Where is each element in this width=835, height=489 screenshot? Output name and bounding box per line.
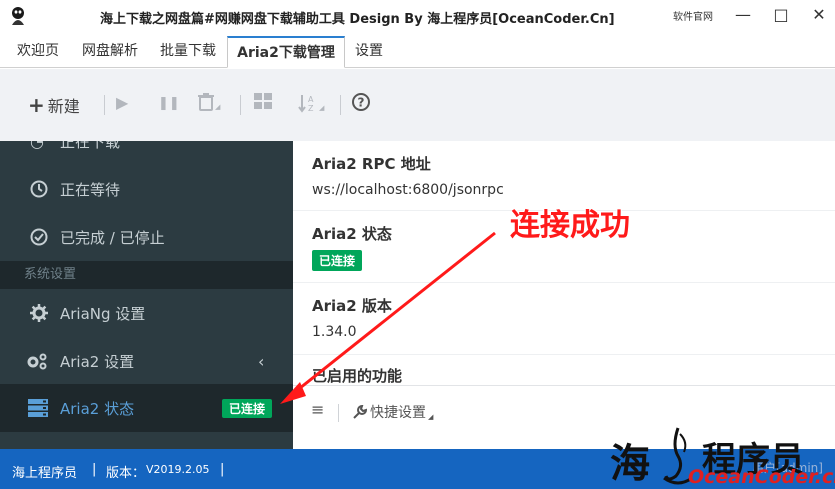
- rpc-address-value: ws://localhost:6800/jsonrpc: [312, 182, 504, 198]
- wrench-icon: [353, 405, 367, 419]
- sort-icon: A Z: [298, 95, 314, 113]
- toolbar-divider: [104, 95, 105, 115]
- svg-text:Z: Z: [308, 104, 314, 113]
- aria2-version-value: 1.34.0: [312, 324, 357, 340]
- maximize-button[interactable]: □: [773, 6, 789, 24]
- sidebar-item-label: 已完成 / 已停止: [60, 228, 165, 247]
- trash-icon: [198, 93, 214, 111]
- quick-settings-caret: ◢: [428, 413, 434, 421]
- footer-divider: [338, 404, 339, 422]
- sidebar-item-ariang-settings[interactable]: AriaNg 设置: [0, 289, 293, 337]
- annotation-text: 连接成功: [510, 208, 630, 243]
- help-icon: ?: [352, 93, 370, 111]
- sidebar-item-finished[interactable]: 已完成 / 已停止: [0, 213, 293, 261]
- sidebar-item-label: 正在等待: [60, 180, 121, 199]
- main-panel: Aria2 RPC 地址 ws://localhost:6800/jsonrpc…: [293, 141, 835, 449]
- sidebar-item-label: Aria2 状态: [60, 399, 135, 418]
- app-logo-icon: [12, 7, 24, 25]
- sort-button[interactable]: A Z ◢: [298, 93, 324, 113]
- title-bar: 海上下载之网盘篇#网赚网盘下载辅助工具 Design By 海上程序员[Ocea…: [0, 0, 835, 34]
- delete-button[interactable]: ◢: [198, 93, 220, 111]
- pause-button[interactable]: ❚❚: [158, 96, 180, 111]
- sidebar-item-downloading[interactable]: ◔ 正在下载: [0, 141, 293, 165]
- status-separator: |: [92, 462, 97, 477]
- sidebar-item-aria2-status[interactable]: Aria2 状态 已连接: [0, 384, 293, 432]
- tab-batch-download[interactable]: 批量下载: [152, 36, 224, 68]
- tab-settings[interactable]: 设置: [349, 36, 389, 68]
- new-task-label: 新建: [47, 97, 80, 116]
- quick-settings-label: 快捷设置: [370, 405, 426, 421]
- connected-badge: 已连接: [312, 250, 363, 271]
- sidebar-item-waiting[interactable]: 正在等待: [0, 165, 293, 213]
- clock-icon: ◔: [30, 141, 44, 151]
- status-version: V2019.2.05: [146, 463, 210, 476]
- delete-dropdown-caret: ◢: [215, 103, 221, 111]
- svg-text:?: ?: [358, 96, 365, 110]
- server-icon: [28, 399, 48, 417]
- watermark-char: 海: [610, 441, 652, 487]
- rpc-address-label: Aria2 RPC 地址: [312, 155, 431, 173]
- tab-aria2-manager[interactable]: Aria2下载管理: [227, 36, 345, 68]
- official-site-link[interactable]: 软件官网: [673, 8, 713, 23]
- tab-disk-parse[interactable]: 网盘解析: [74, 36, 146, 68]
- minimize-button[interactable]: —: [735, 6, 751, 24]
- status-author: 海上程序员: [12, 466, 78, 481]
- chevron-left-icon: ‹: [258, 351, 265, 371]
- sidebar-item-aria2-settings[interactable]: Aria2 设置 ‹: [0, 337, 293, 385]
- status-separator: |: [220, 462, 225, 477]
- sidebar-item-label: AriaNg 设置: [60, 304, 146, 323]
- aria2-version-row: Aria2 版本 1.34.0: [293, 283, 835, 355]
- features-label: 已启用的功能: [312, 367, 403, 385]
- toolbar-divider: [240, 95, 241, 115]
- tab-welcome[interactable]: 欢迎页: [8, 36, 68, 68]
- start-button[interactable]: ▶: [116, 93, 128, 112]
- aria2-version-label: Aria2 版本: [312, 297, 392, 315]
- gears-icon: [27, 353, 47, 370]
- plus-icon: +: [28, 93, 45, 117]
- play-icon: ▶: [116, 93, 129, 112]
- status-version-label: 版本：: [106, 466, 146, 481]
- help-button[interactable]: ?: [352, 93, 370, 111]
- close-button[interactable]: ✕: [811, 6, 827, 24]
- pause-icon: ❚❚: [158, 96, 180, 111]
- watermark-domain: OceanCoder.cn: [688, 466, 835, 488]
- status-badge: 已连接: [222, 399, 273, 418]
- sidebar-item-label: 正在下载: [60, 141, 121, 151]
- sidebar-item-label: Aria2 设置: [60, 352, 135, 371]
- sidebar: ◔ 正在下载 正在等待 已完成 / 已停止 系统设置 AriaNg 设置 Ari…: [0, 141, 293, 449]
- toolbar: + 新建 ▶ ❚❚ ◢ A Z ◢ ?: [0, 69, 835, 141]
- select-all-button[interactable]: [254, 93, 272, 109]
- menu-icon[interactable]: ≡: [311, 400, 324, 419]
- toolbar-divider: [340, 95, 341, 115]
- quick-settings-bar: ≡ 快捷设置 ◢: [293, 385, 835, 437]
- grid-icon: [254, 93, 272, 109]
- check-circle-icon: [30, 228, 48, 246]
- quick-settings-button[interactable]: 快捷设置 ◢: [353, 402, 433, 422]
- new-task-button[interactable]: + 新建: [28, 93, 80, 117]
- sidebar-section-header: 系统设置: [0, 261, 293, 289]
- gear-icon: [30, 304, 48, 322]
- tab-bar: 欢迎页 网盘解析 批量下载 Aria2下载管理 设置: [0, 36, 835, 68]
- window-title: 海上下载之网盘篇#网赚网盘下载辅助工具 Design By 海上程序员[Ocea…: [100, 12, 615, 27]
- sort-dropdown-caret: ◢: [319, 104, 325, 112]
- clock-icon: [30, 180, 48, 198]
- svg-text:A: A: [308, 95, 314, 104]
